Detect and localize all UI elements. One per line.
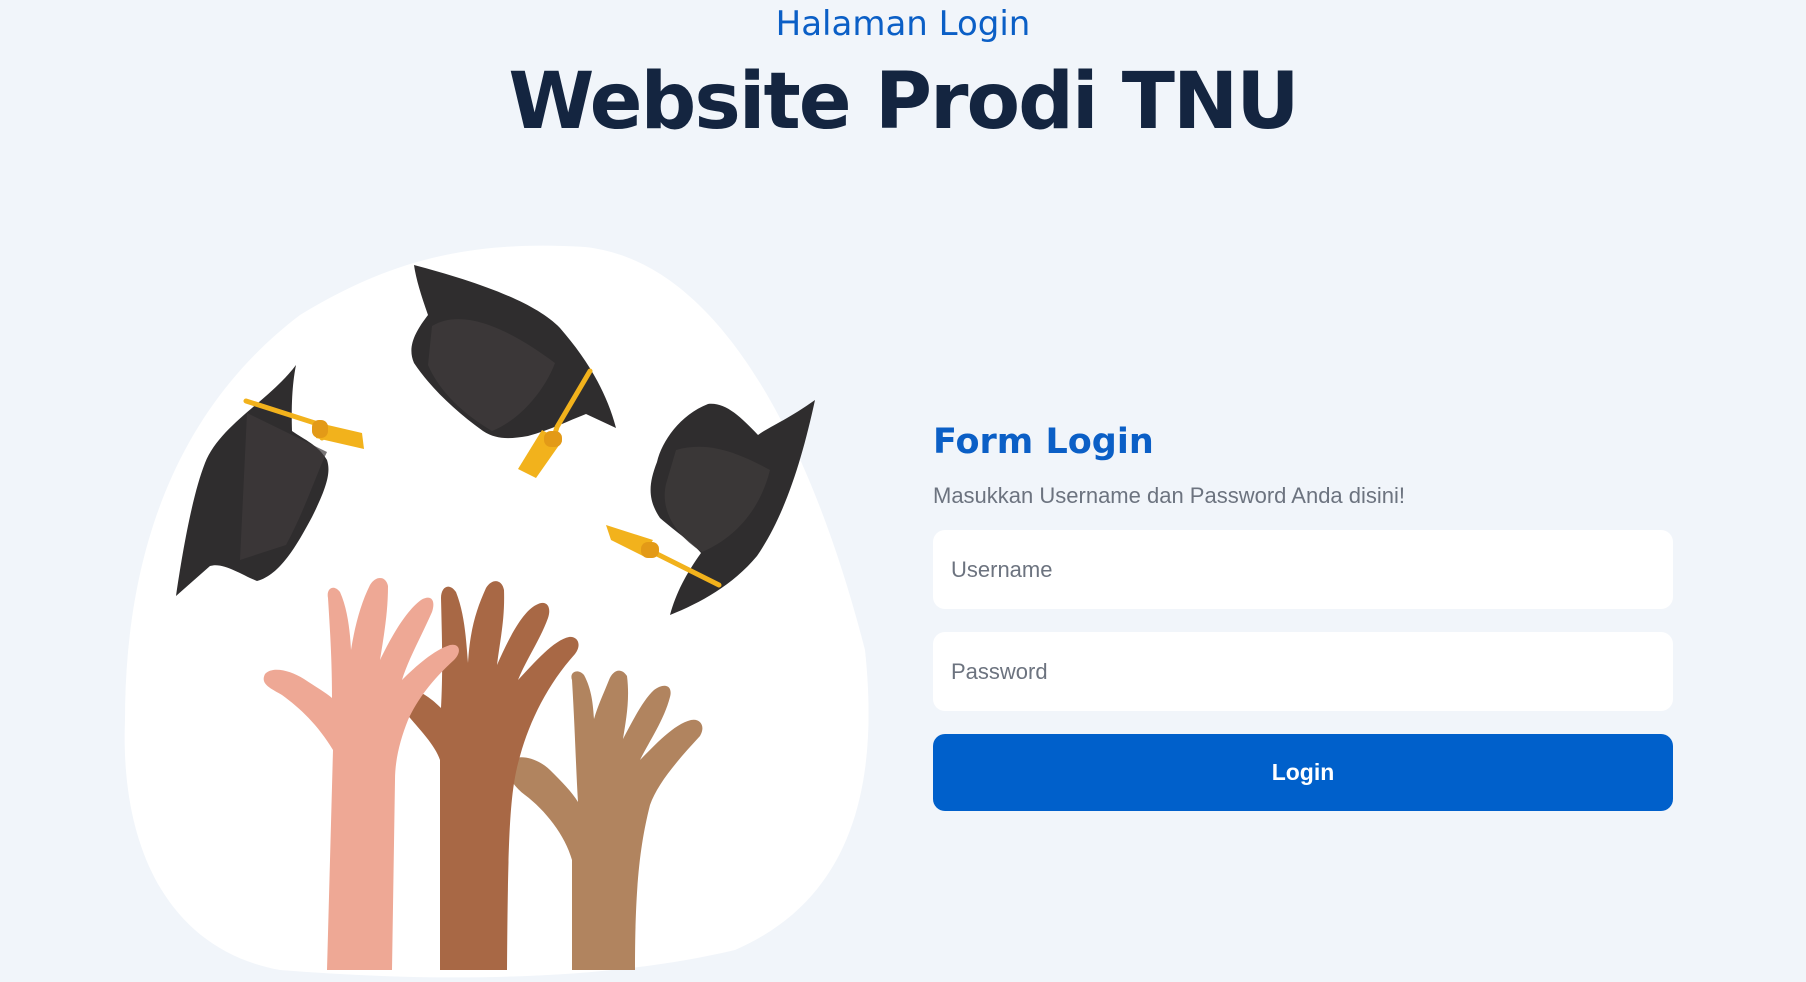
login-form: Form Login Masukkan Username dan Passwor… [933,420,1673,811]
graduation-illustration [124,245,869,978]
username-input[interactable] [933,530,1673,609]
login-button[interactable]: Login [933,734,1673,811]
password-input[interactable] [933,632,1673,711]
form-title: Form Login [933,422,1154,462]
form-subtitle: Masukkan Username dan Password Anda disi… [933,483,1406,508]
